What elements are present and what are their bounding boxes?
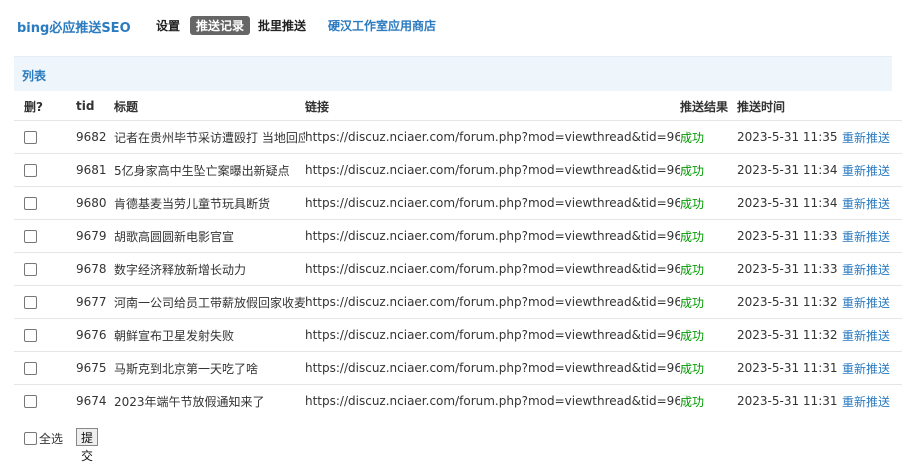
submit-button[interactable]: 提交	[76, 428, 99, 463]
nav-app-store-link[interactable]: 硬汉工作室应用商店	[328, 17, 436, 34]
row-link: https://discuz.nciaer.com/forum.php?mod=…	[305, 285, 680, 319]
select-all-checkbox[interactable]	[24, 432, 37, 445]
row-time: 2023-5-31 11:35	[737, 120, 842, 154]
table-row: 9679 胡歌高圆圆新电影官宣 https://discuz.nciaer.co…	[14, 219, 902, 253]
row-delete-checkbox[interactable]	[24, 197, 37, 210]
nav-settings[interactable]: 设置	[156, 17, 180, 34]
table-row: 9682 记者在贵州毕节采访遭殴打 当地回应 https://discuz.nc…	[14, 120, 902, 154]
row-link: https://discuz.nciaer.com/forum.php?mod=…	[305, 186, 680, 220]
row-time: 2023-5-31 11:32	[737, 285, 842, 319]
row-tid: 9681	[76, 153, 114, 187]
table-row: 9681 5亿身家高中生坠亡案曝出新疑点 https://discuz.ncia…	[14, 153, 902, 187]
row-result: 成功	[680, 318, 737, 352]
row-retry-push-link[interactable]: 重新推送	[842, 384, 902, 417]
row-retry-push-link[interactable]: 重新推送	[842, 186, 902, 220]
row-link: https://discuz.nciaer.com/forum.php?mod=…	[305, 219, 680, 253]
row-result: 成功	[680, 153, 737, 187]
row-link: https://discuz.nciaer.com/forum.php?mod=…	[305, 252, 680, 286]
app-title[interactable]: bing必应推送SEO	[17, 17, 131, 36]
row-title: 胡歌高圆圆新电影官宣	[114, 219, 305, 253]
row-link: https://discuz.nciaer.com/forum.php?mod=…	[305, 318, 680, 352]
row-delete-checkbox[interactable]	[24, 296, 37, 309]
row-title: 肯德基麦当劳儿童节玩具断货	[114, 186, 305, 220]
table-row: 9677 河南一公司给员工带薪放假回家收麦 https://discuz.nci…	[14, 285, 902, 319]
table-row: 9674 2023年端午节放假通知来了 https://discuz.nciae…	[14, 384, 902, 417]
row-title: 朝鲜宣布卫星发射失败	[114, 318, 305, 352]
row-title: 5亿身家高中生坠亡案曝出新疑点	[114, 153, 305, 187]
row-result: 成功	[680, 384, 737, 417]
row-delete-checkbox[interactable]	[24, 164, 37, 177]
select-all-label: 全选	[39, 432, 64, 446]
row-link: https://discuz.nciaer.com/forum.php?mod=…	[305, 384, 680, 417]
row-delete-checkbox[interactable]	[24, 230, 37, 243]
row-retry-push-link[interactable]: 重新推送	[842, 351, 902, 385]
list-section-header: 列表	[14, 56, 892, 91]
row-retry-push-link[interactable]: 重新推送	[842, 219, 902, 253]
row-retry-push-link[interactable]: 重新推送	[842, 252, 902, 286]
row-link: https://discuz.nciaer.com/forum.php?mod=…	[305, 153, 680, 187]
nav-push-records[interactable]: 推送记录	[190, 16, 251, 35]
row-result: 成功	[680, 219, 737, 253]
row-delete-checkbox[interactable]	[24, 131, 37, 144]
table-header-row: 删? tid 标题 链接 推送结果 推送时间	[14, 92, 902, 121]
select-all-control[interactable]: 全选	[24, 430, 63, 447]
row-tid: 9680	[76, 186, 114, 220]
top-navigation: bing必应推送SEO 设置 推送记录 批里推送 硬汉工作室应用商店	[0, 0, 910, 52]
table-row: 9680 肯德基麦当劳儿童节玩具断货 https://discuz.nciaer…	[14, 186, 902, 220]
header-time: 推送时间	[737, 99, 786, 114]
row-result: 成功	[680, 252, 737, 286]
row-tid: 9679	[76, 219, 114, 253]
row-result: 成功	[680, 120, 737, 154]
row-link: https://discuz.nciaer.com/forum.php?mod=…	[305, 120, 680, 154]
row-delete-checkbox[interactable]	[24, 263, 37, 276]
row-title: 马斯克到北京第一天吃了啥	[114, 351, 305, 385]
row-tid: 9675	[76, 351, 114, 385]
header-result: 推送结果	[680, 99, 729, 114]
row-tid: 9677	[76, 285, 114, 319]
table-row: 9678 数字经济释放新增长动力 https://discuz.nciaer.c…	[14, 252, 902, 286]
row-time: 2023-5-31 11:34	[737, 186, 842, 220]
row-title: 河南一公司给员工带薪放假回家收麦	[114, 285, 305, 319]
row-retry-push-link[interactable]: 重新推送	[842, 285, 902, 319]
row-retry-push-link[interactable]: 重新推送	[842, 120, 902, 154]
row-time: 2023-5-31 11:31	[737, 351, 842, 385]
row-retry-push-link[interactable]: 重新推送	[842, 318, 902, 352]
row-result: 成功	[680, 186, 737, 220]
row-result: 成功	[680, 351, 737, 385]
row-delete-checkbox[interactable]	[24, 362, 37, 375]
section-title: 列表	[22, 69, 47, 83]
row-tid: 9682	[76, 120, 114, 154]
row-tid: 9676	[76, 318, 114, 352]
nav-batch-push[interactable]: 批里推送	[258, 17, 306, 34]
table-row: 9675 马斯克到北京第一天吃了啥 https://discuz.nciaer.…	[14, 351, 902, 385]
row-result: 成功	[680, 285, 737, 319]
header-link: 链接	[305, 99, 330, 114]
row-time: 2023-5-31 11:33	[737, 219, 842, 253]
row-time: 2023-5-31 11:33	[737, 252, 842, 286]
header-tid: tid	[76, 99, 95, 113]
table-row: 9676 朝鲜宣布卫星发射失败 https://discuz.nciaer.co…	[14, 318, 902, 352]
row-title: 数字经济释放新增长动力	[114, 252, 305, 286]
row-delete-checkbox[interactable]	[24, 329, 37, 342]
row-time: 2023-5-31 11:31	[737, 384, 842, 417]
row-tid: 9674	[76, 384, 114, 417]
row-delete-checkbox[interactable]	[24, 395, 37, 408]
row-title: 记者在贵州毕节采访遭殴打 当地回应	[114, 120, 305, 154]
row-time: 2023-5-31 11:32	[737, 318, 842, 352]
header-action	[842, 92, 902, 121]
row-title: 2023年端午节放假通知来了	[114, 384, 305, 417]
row-retry-push-link[interactable]: 重新推送	[842, 153, 902, 187]
header-delete: 删?	[24, 99, 43, 114]
row-link: https://discuz.nciaer.com/forum.php?mod=…	[305, 351, 680, 385]
row-tid: 9678	[76, 252, 114, 286]
header-title: 标题	[114, 99, 139, 114]
push-records-table: 删? tid 标题 链接 推送结果 推送时间 9682 记者在贵州毕节采访遭殴打…	[14, 92, 902, 417]
row-time: 2023-5-31 11:34	[737, 153, 842, 187]
